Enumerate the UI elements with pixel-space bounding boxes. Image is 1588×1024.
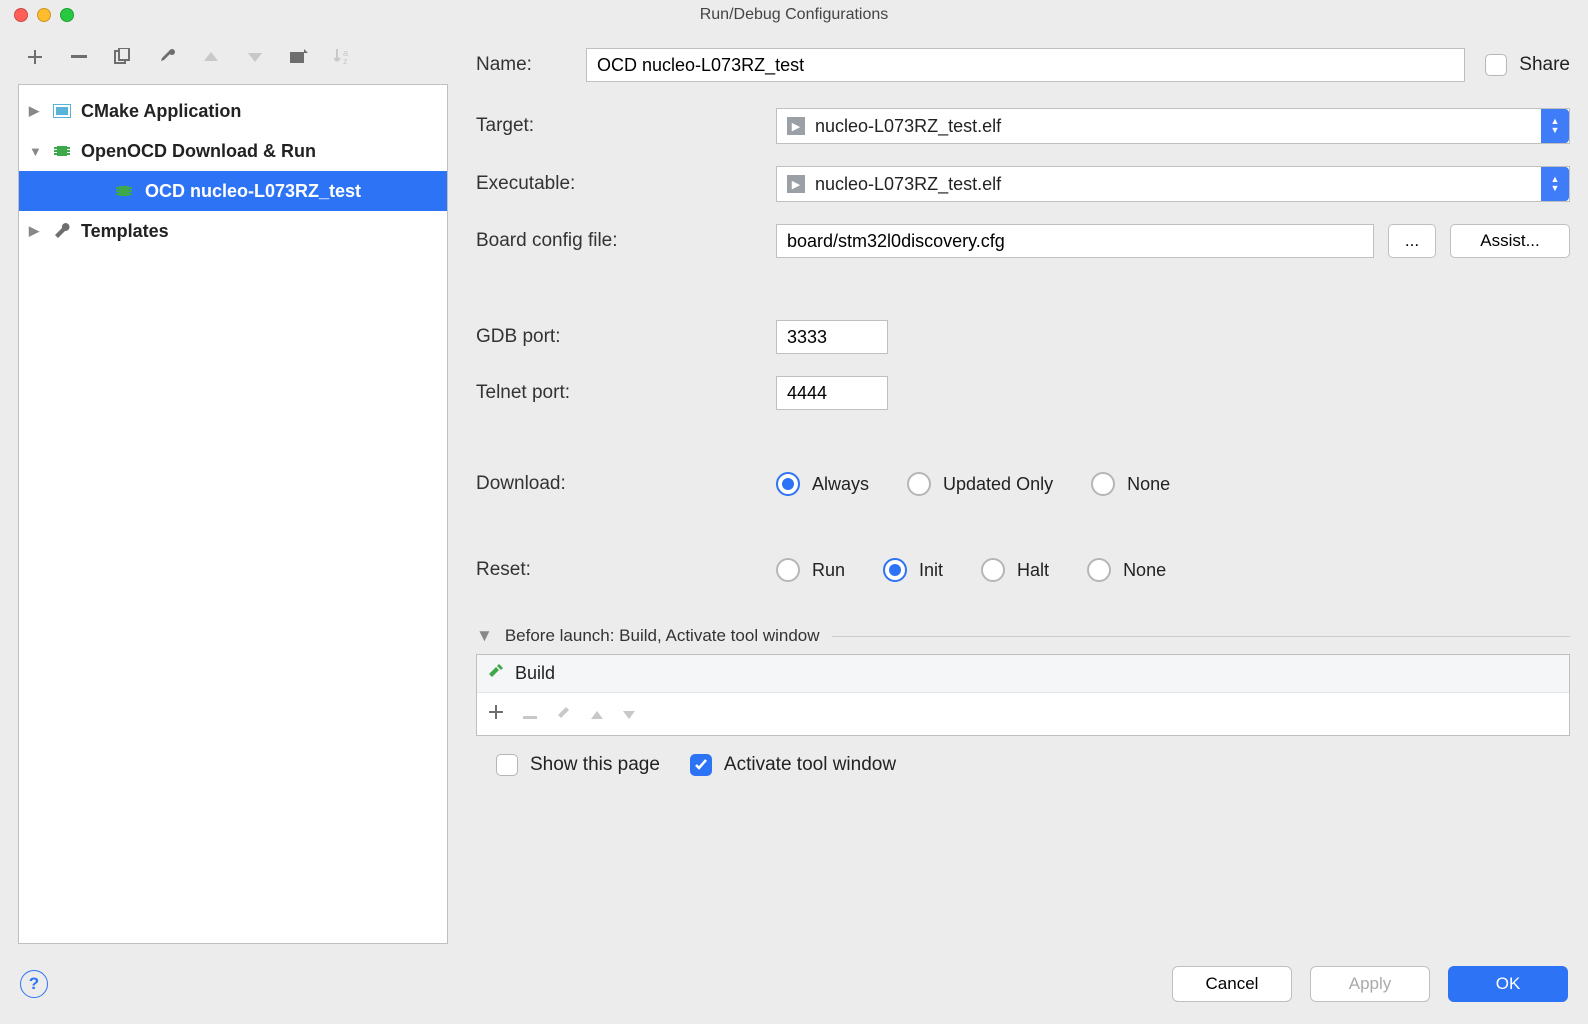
reset-none-radio[interactable] xyxy=(1087,558,1111,582)
before-launch-title: Before launch: Build, Activate tool wind… xyxy=(505,626,820,646)
titlebar: Run/Debug Configurations xyxy=(0,0,1588,30)
maximize-window-button[interactable] xyxy=(60,8,74,22)
before-launch-toolbar xyxy=(477,693,1569,735)
dialog-window: Run/Debug Configurations az ▶ CMake Appl… xyxy=(0,0,1588,1024)
cancel-button[interactable]: Cancel xyxy=(1172,966,1292,1002)
radio-label: None xyxy=(1123,560,1166,581)
left-panel: az ▶ CMake Application ▼ OpenOCD Downloa… xyxy=(18,30,448,944)
copy-config-icon[interactable] xyxy=(112,46,134,68)
svg-text:z: z xyxy=(343,56,348,65)
tree-node-selected-config[interactable]: OCD nucleo-L073RZ_test xyxy=(19,171,447,211)
download-radio-group: Always Updated Only None xyxy=(776,472,1570,496)
gdb-port-label: GDB port: xyxy=(476,326,756,348)
dialog-footer: ? Cancel Apply OK xyxy=(0,944,1588,1024)
reset-halt-radio[interactable] xyxy=(981,558,1005,582)
right-panel: Name: Share Target: ▶ nucleo-L073RZ_test… xyxy=(476,30,1570,944)
add-config-icon[interactable] xyxy=(24,46,46,68)
target-label: Target: xyxy=(476,115,756,137)
help-button[interactable]: ? xyxy=(20,970,48,998)
before-launch-item[interactable]: Build xyxy=(477,655,1569,693)
name-input[interactable] xyxy=(586,48,1465,82)
dropdown-arrows-icon: ▲▼ xyxy=(1541,109,1569,143)
disclosure-expanded-icon[interactable]: ▼ xyxy=(476,626,493,646)
edit-defaults-icon[interactable] xyxy=(156,46,178,68)
close-window-button[interactable] xyxy=(14,8,28,22)
radio-label: Always xyxy=(812,474,869,495)
tree-node-templates[interactable]: ▶ Templates xyxy=(19,211,447,251)
download-always-radio[interactable] xyxy=(776,472,800,496)
dropdown-arrows-icon: ▲▼ xyxy=(1541,167,1569,201)
edit-task-icon xyxy=(557,705,571,723)
apply-button[interactable]: Apply xyxy=(1310,966,1430,1002)
reset-radio-group: Run Init Halt None xyxy=(776,558,1570,582)
telnet-port-input[interactable] xyxy=(776,376,888,410)
tree-label: OCD nucleo-L073RZ_test xyxy=(145,181,361,202)
radio-label: None xyxy=(1127,474,1170,495)
show-page-checkbox[interactable] xyxy=(496,754,518,776)
gdb-port-input[interactable] xyxy=(776,320,888,354)
target-value: nucleo-L073RZ_test.elf xyxy=(815,116,1001,137)
radio-label: Halt xyxy=(1017,560,1049,581)
config-tree[interactable]: ▶ CMake Application ▼ OpenOCD Download &… xyxy=(18,84,448,944)
browse-button[interactable]: ... xyxy=(1388,224,1436,258)
window-title: Run/Debug Configurations xyxy=(0,6,1588,24)
ok-button[interactable]: OK xyxy=(1448,966,1568,1002)
remove-config-icon[interactable] xyxy=(68,46,90,68)
remove-task-icon xyxy=(523,706,537,723)
download-none-radio[interactable] xyxy=(1091,472,1115,496)
activate-tool-window-label: Activate tool window xyxy=(724,754,896,776)
show-page-label: Show this page xyxy=(530,754,660,776)
tree-label: CMake Application xyxy=(81,101,241,122)
name-label: Name: xyxy=(476,54,566,76)
board-config-input[interactable] xyxy=(776,224,1374,258)
executable-value: nucleo-L073RZ_test.elf xyxy=(815,174,1001,195)
tree-label: Templates xyxy=(81,221,169,242)
before-launch-list[interactable]: Build xyxy=(476,654,1570,736)
executable-icon: ▶ xyxy=(787,175,805,193)
before-launch-section: ▼ Before launch: Build, Activate tool wi… xyxy=(476,626,1570,776)
target-select[interactable]: ▶ nucleo-L073RZ_test.elf ▲▼ xyxy=(776,108,1570,144)
activate-tool-window-checkbox[interactable] xyxy=(690,754,712,776)
chip-icon xyxy=(113,180,135,202)
chip-icon xyxy=(51,140,73,162)
download-label: Download: xyxy=(476,473,756,495)
share-label: Share xyxy=(1519,54,1570,76)
board-config-label: Board config file: xyxy=(476,230,756,252)
config-toolbar: az xyxy=(18,30,448,84)
sort-icon: az xyxy=(332,46,354,68)
tree-node-cmake[interactable]: ▶ CMake Application xyxy=(19,91,447,131)
executable-icon: ▶ xyxy=(787,117,805,135)
reset-init-radio[interactable] xyxy=(883,558,907,582)
disclosure-expanded-icon: ▼ xyxy=(29,144,43,159)
executable-label: Executable: xyxy=(476,173,756,195)
separator xyxy=(832,636,1570,637)
radio-label: Updated Only xyxy=(943,474,1053,495)
minimize-window-button[interactable] xyxy=(37,8,51,22)
wrench-icon xyxy=(51,220,73,242)
radio-label: Run xyxy=(812,560,845,581)
reset-label: Reset: xyxy=(476,559,756,581)
move-down-icon xyxy=(244,46,266,68)
save-config-icon[interactable] xyxy=(288,46,310,68)
tree-label: OpenOCD Download & Run xyxy=(81,141,316,162)
window-controls xyxy=(14,8,74,22)
tree-node-openocd[interactable]: ▼ OpenOCD Download & Run xyxy=(19,131,447,171)
executable-select[interactable]: ▶ nucleo-L073RZ_test.elf ▲▼ xyxy=(776,166,1570,202)
telnet-port-label: Telnet port: xyxy=(476,382,756,404)
move-up-icon xyxy=(200,46,222,68)
disclosure-collapsed-icon: ▶ xyxy=(29,103,43,119)
disclosure-collapsed-icon: ▶ xyxy=(29,223,43,239)
before-launch-item-label: Build xyxy=(515,663,555,684)
reset-run-radio[interactable] xyxy=(776,558,800,582)
assist-button[interactable]: Assist... xyxy=(1450,224,1570,258)
share-checkbox[interactable] xyxy=(1485,54,1507,76)
radio-label: Init xyxy=(919,560,943,581)
hammer-icon xyxy=(487,662,505,685)
app-icon xyxy=(51,100,73,122)
task-down-icon xyxy=(623,706,635,723)
task-up-icon xyxy=(591,706,603,723)
add-task-icon[interactable] xyxy=(489,705,503,723)
download-updated-radio[interactable] xyxy=(907,472,931,496)
